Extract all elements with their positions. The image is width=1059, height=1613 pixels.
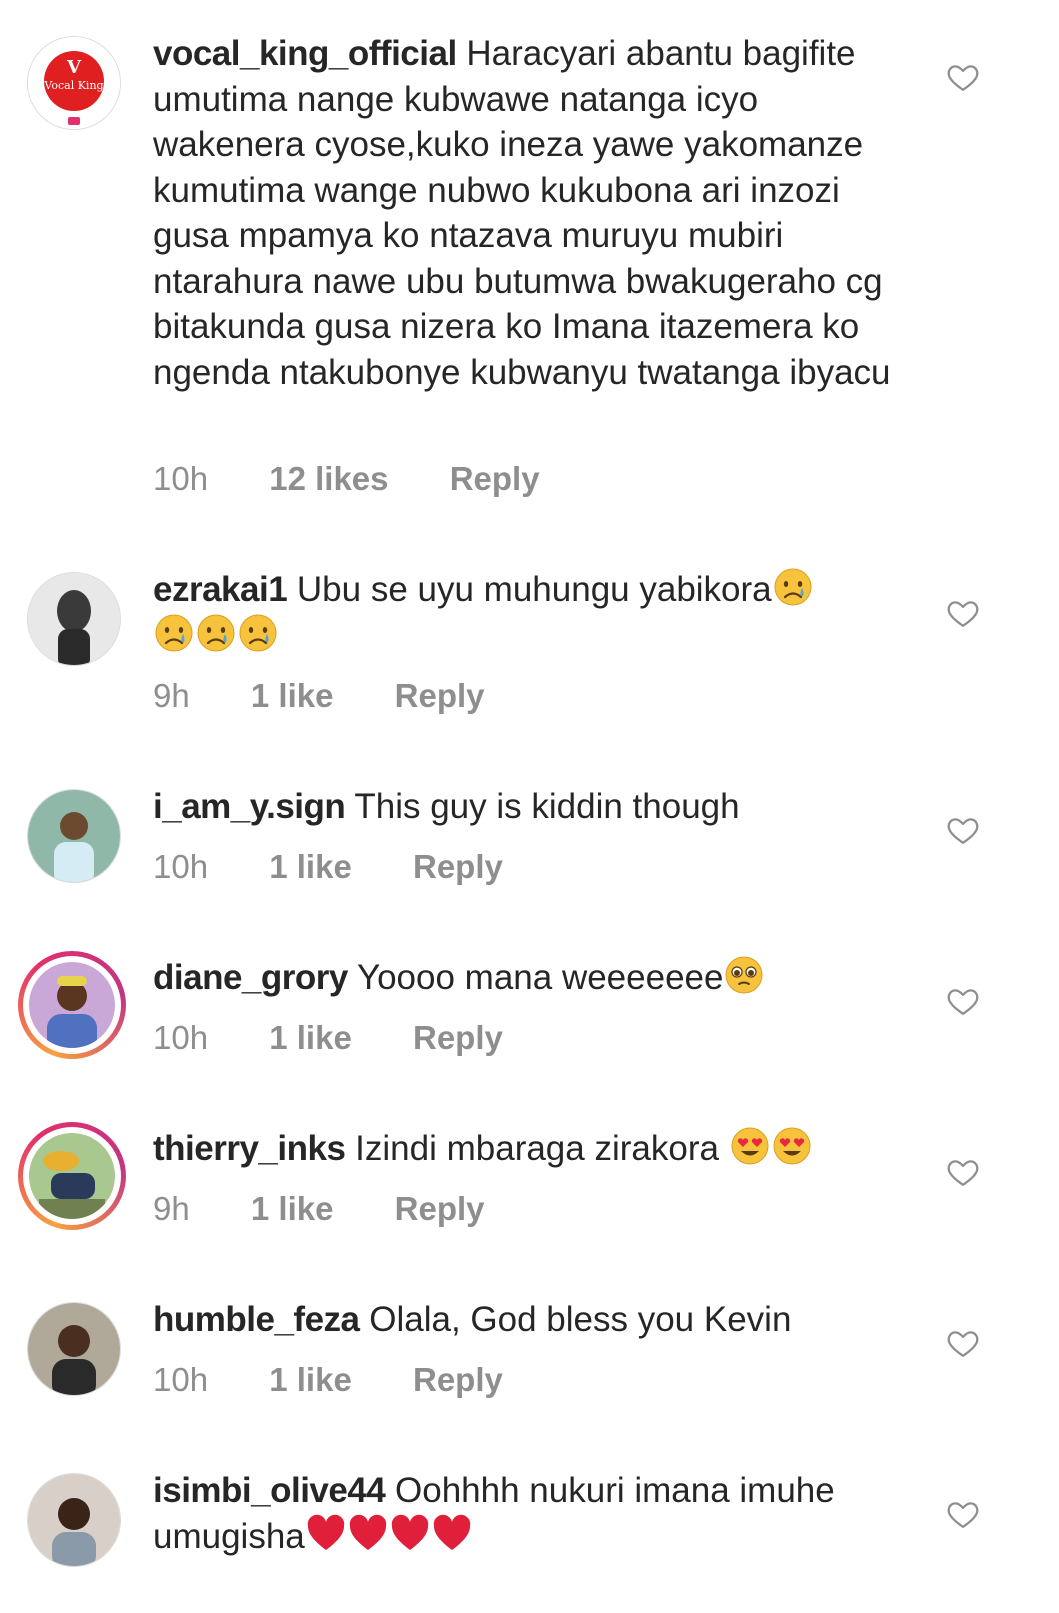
- comment-time: 10h: [153, 1019, 209, 1056]
- comment-text: Izindi mbaraga zirakora: [355, 1129, 729, 1168]
- comment-meta: 9h 1 like Reply: [153, 677, 485, 715]
- avatar-image: V Vocal King: [28, 37, 120, 129]
- reply-button[interactable]: Reply: [395, 1190, 485, 1228]
- like-heart-icon[interactable]: [946, 1326, 980, 1360]
- comment-meta: 9h 1 like Reply: [153, 1190, 485, 1228]
- comment-text: Haracyari abantu bagifite umutima nange …: [153, 34, 891, 392]
- crying-face-icon: [154, 613, 194, 653]
- like-heart-icon[interactable]: [946, 1497, 980, 1531]
- comment-meta: 10h 12 likes Reply: [153, 460, 540, 498]
- avatar-image: [29, 962, 115, 1048]
- avatar[interactable]: [27, 1302, 121, 1396]
- avatar-story-ring[interactable]: [18, 951, 126, 1059]
- comment-body: i_am_y.sign This guy is kiddin though: [153, 784, 913, 830]
- reply-button[interactable]: Reply: [413, 848, 503, 886]
- comment-username[interactable]: i_am_y.sign: [153, 787, 346, 826]
- comment-likes[interactable]: 1 like: [251, 677, 334, 715]
- comment-username[interactable]: vocal_king_official: [153, 34, 457, 73]
- comment-likes[interactable]: 12 likes: [269, 460, 388, 498]
- comment-meta: 10h 1 like Reply: [153, 848, 503, 886]
- heart-eyes-face-icon: [730, 1126, 770, 1166]
- svg-text:V: V: [66, 57, 82, 78]
- comment-username[interactable]: thierry_inks: [153, 1129, 346, 1168]
- like-heart-icon[interactable]: [946, 984, 980, 1018]
- crying-face-icon: [196, 613, 236, 653]
- comment-body: vocal_king_official Haracyari abantu bag…: [153, 31, 913, 395]
- comment-text: Olala, God bless you Kevin: [369, 1300, 792, 1339]
- avatar[interactable]: [27, 572, 121, 666]
- reply-button[interactable]: Reply: [413, 1019, 503, 1057]
- comment-body: humble_feza Olala, God bless you Kevin: [153, 1297, 913, 1343]
- avatar[interactable]: V Vocal King: [27, 36, 121, 130]
- red-heart-icon: [432, 1514, 472, 1554]
- comment-likes[interactable]: 1 like: [269, 1361, 352, 1399]
- comment-meta: 10h 1 like Reply: [153, 1019, 503, 1057]
- like-heart-icon[interactable]: [946, 60, 980, 94]
- red-heart-icon: [390, 1514, 430, 1554]
- heart-eyes-face-icon: [772, 1126, 812, 1166]
- avatar-image: [28, 1474, 120, 1566]
- pleading-face-icon: [724, 955, 764, 995]
- comment-time: 10h: [153, 848, 209, 885]
- comment-username[interactable]: isimbi_olive44: [153, 1471, 386, 1510]
- comment-username[interactable]: diane_grory: [153, 958, 348, 997]
- avatar[interactable]: [27, 789, 121, 883]
- comment-time: 9h: [153, 1190, 190, 1227]
- comment-username[interactable]: ezrakai1: [153, 570, 288, 609]
- reply-button[interactable]: Reply: [413, 1361, 503, 1399]
- comment-body: ezrakai1 Ubu se uyu muhungu yabikora: [153, 567, 913, 658]
- comment-time: 10h: [153, 1361, 209, 1398]
- avatar-story-ring[interactable]: [18, 1122, 126, 1230]
- crying-face-icon: [773, 567, 813, 607]
- comment-likes[interactable]: 1 like: [251, 1190, 334, 1228]
- comment-body: diane_grory Yoooo mana weeeeeee: [153, 955, 913, 1001]
- comment-body: thierry_inks Izindi mbaraga zirakora: [153, 1126, 913, 1172]
- crying-face-icon: [238, 613, 278, 653]
- avatar[interactable]: [27, 1473, 121, 1567]
- like-heart-icon[interactable]: [946, 1155, 980, 1189]
- comment-time: 10h: [153, 460, 209, 497]
- red-heart-icon: [306, 1514, 346, 1554]
- avatar-image: [29, 1133, 115, 1219]
- comment-text: This guy is kiddin though: [354, 787, 740, 826]
- comment-likes[interactable]: 1 like: [269, 848, 352, 886]
- avatar-image: [28, 573, 120, 665]
- comment-time: 9h: [153, 677, 190, 714]
- comment-username[interactable]: humble_feza: [153, 1300, 360, 1339]
- comment-likes[interactable]: 1 like: [269, 1019, 352, 1057]
- reply-button[interactable]: Reply: [450, 460, 540, 498]
- logo-text: Vocal King: [43, 79, 103, 92]
- avatar-image: [28, 790, 120, 882]
- reply-button[interactable]: Reply: [395, 677, 485, 715]
- red-heart-icon: [348, 1514, 388, 1554]
- like-heart-icon[interactable]: [946, 813, 980, 847]
- like-heart-icon[interactable]: [946, 596, 980, 630]
- comment-text: Ubu se uyu muhungu yabikora: [296, 570, 772, 609]
- comment-meta: 10h 1 like Reply: [153, 1361, 503, 1399]
- comment-text: Yoooo mana weeeeeee: [356, 958, 724, 997]
- comment-body: isimbi_olive44 Oohhhh nukuri imana imuhe…: [153, 1468, 913, 1559]
- avatar-image: [28, 1303, 120, 1395]
